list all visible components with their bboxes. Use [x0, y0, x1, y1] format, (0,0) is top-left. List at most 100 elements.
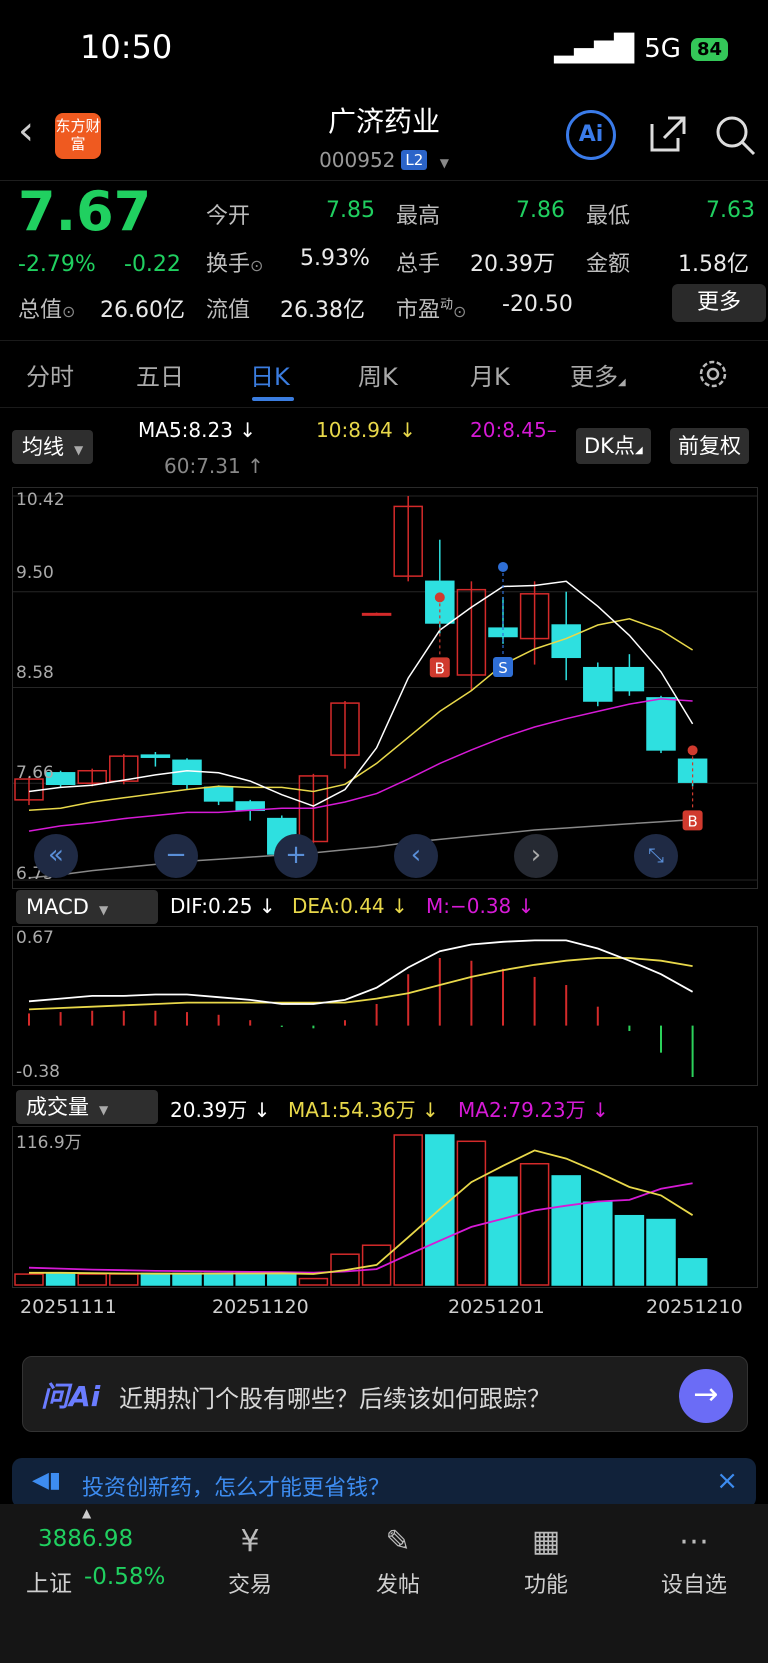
arrow-right-icon[interactable]: → — [679, 1369, 733, 1423]
code-label: 000952 — [319, 148, 396, 172]
signal-label: B — [435, 659, 445, 677]
volume-selector[interactable]: 成交量 ▼ — [16, 1090, 158, 1124]
mktcap-label: 总值⊙ — [18, 298, 76, 323]
ai-button[interactable]: Ai — [566, 110, 616, 160]
volume-bar — [583, 1201, 613, 1286]
nav-trade[interactable]: ¥ 交易 — [190, 1524, 310, 1599]
promo-banner[interactable]: ◀▮ 投资创新药，怎么才能更省钱？ × — [12, 1458, 756, 1508]
pe-value: -20.50 — [502, 292, 573, 317]
zoom-in-icon[interactable]: + — [274, 834, 318, 878]
info-icon[interactable]: ⊙ — [62, 302, 75, 321]
candlestick-chart[interactable]: B S B — [12, 487, 758, 889]
close-icon[interactable]: × — [716, 1466, 738, 1496]
chevron-down-icon: ▼ — [98, 903, 109, 917]
dea-label: DEA:0.44 ↓ — [292, 894, 408, 918]
date-tick: 20251210 — [646, 1296, 743, 1318]
chevron-down-icon: ▼ — [99, 1103, 109, 1117]
fullscreen-icon[interactable]: ⤡ — [634, 834, 678, 878]
megaphone-icon: ◀▮ — [32, 1468, 62, 1493]
candle-body — [140, 754, 171, 758]
signal-dot — [687, 745, 698, 756]
amount-value: 1.58亿 — [678, 252, 749, 277]
settings-icon[interactable] — [696, 357, 730, 391]
volume-bar — [14, 1273, 44, 1286]
candle-body — [361, 612, 392, 616]
turnover-label: 换手⊙ — [206, 252, 264, 277]
index-change[interactable]: -0.58% — [84, 1564, 165, 1590]
volume-bar — [614, 1214, 645, 1286]
ma-selector[interactable]: 均线 ▼ — [12, 430, 94, 464]
volume-bar — [677, 1258, 708, 1286]
status-indicators: ▂▄▆█ 5G 84 — [554, 34, 728, 64]
candle-body — [203, 786, 234, 802]
dea-line — [28, 957, 693, 1011]
volume-bar — [456, 1140, 487, 1286]
battery-icon: 84 — [690, 37, 728, 61]
macd-top-tick: 0.67 — [16, 928, 54, 948]
signal-label: S — [498, 659, 508, 677]
volume-bar — [45, 1272, 76, 1286]
grid-icon: ▦ — [531, 1524, 561, 1559]
tab-five-day[interactable]: 五日 — [136, 357, 184, 392]
chevron-down-icon: ▼ — [74, 443, 84, 457]
price-tick: 10.42 — [16, 490, 65, 510]
date-tick: 20251201 — [448, 1296, 545, 1318]
pe-label: 市盈动⊙ — [396, 297, 467, 323]
high-label: 最高 — [396, 204, 441, 229]
zoom-out-icon[interactable]: − — [154, 834, 198, 878]
status-time: 10:50 — [80, 28, 173, 66]
float-cap-label: 流值 — [206, 298, 251, 323]
volume-bar — [109, 1273, 139, 1286]
dif-label: DIF:0.25 ↓ — [170, 894, 276, 918]
signal-label: B — [687, 812, 697, 830]
change-percent: -2.79% — [18, 252, 96, 277]
nav-post[interactable]: ✎ 发帖 — [338, 1524, 458, 1599]
more-icon: ⋯ — [679, 1524, 709, 1559]
ma60-label: 60:7.31 ↑ — [164, 454, 264, 478]
tab-intraday[interactable]: 分时 — [26, 357, 74, 392]
tab-daily-k[interactable]: 日K — [250, 357, 290, 392]
adjust-button[interactable]: 前复权 — [670, 428, 749, 464]
share-icon[interactable] — [646, 112, 690, 156]
macd-selector[interactable]: MACD ▼ — [16, 890, 158, 924]
next-icon[interactable]: › — [514, 834, 558, 878]
index-value[interactable]: 3886.98 — [38, 1526, 133, 1552]
tab-monthly-k[interactable]: 月K — [470, 357, 510, 392]
date-tick: 20251120 — [212, 1296, 309, 1318]
dropdown-icon: ▼ — [439, 156, 449, 170]
ai-prompt-text: 近期热门个股有哪些？后续该如何跟踪？ — [119, 1385, 551, 1413]
vol-ma2-label: MA2:79.23万 ↓ — [458, 1098, 609, 1122]
volume-bar — [393, 1134, 423, 1286]
price-tick: 7.66 — [16, 763, 54, 783]
price-tick: 8.58 — [16, 663, 54, 683]
dk-point-button[interactable]: DK点◢ — [576, 428, 651, 464]
search-icon[interactable] — [712, 112, 758, 158]
volume-bar — [235, 1272, 265, 1286]
volume-chart[interactable] — [12, 1126, 758, 1288]
tab-more[interactable]: 更多◢ — [570, 357, 626, 392]
rewind-icon[interactable]: « — [34, 834, 78, 878]
info-icon[interactable]: ⊙ — [453, 302, 466, 321]
ai-icon: Ai — [578, 122, 604, 147]
volume-bar — [519, 1162, 550, 1286]
volume-bar — [267, 1272, 297, 1286]
float-cap-value: 26.38亿 — [280, 298, 365, 323]
ma20-line — [28, 698, 693, 832]
price-tick: 9.50 — [16, 563, 54, 583]
ai-logo: 问Ai — [41, 1380, 101, 1413]
more-button[interactable]: 更多 — [672, 284, 766, 322]
volume-bar — [298, 1277, 329, 1286]
vol-label: 20.39万 ↓ — [170, 1098, 271, 1122]
tab-weekly-k[interactable]: 周K — [358, 357, 398, 392]
prev-icon[interactable]: ‹ — [394, 834, 438, 878]
open-label: 今开 — [206, 204, 251, 229]
index-name[interactable]: 上证 — [26, 1564, 72, 1598]
date-tick: 20251111 — [20, 1296, 117, 1318]
nav-watchlist[interactable]: ⋯ 设自选 — [634, 1524, 754, 1599]
nav-functions[interactable]: ▦ 功能 — [486, 1524, 606, 1599]
ma5-label: MA5:8.23 ↓ — [138, 418, 257, 442]
info-icon[interactable]: ⊙ — [250, 256, 263, 275]
period-tabs: 分时 五日 日K 周K 月K 更多◢ — [0, 340, 768, 408]
ai-question-bar[interactable]: 问Ai 近期热门个股有哪些？后续该如何跟踪？ → — [22, 1356, 748, 1432]
macd-chart[interactable] — [12, 926, 758, 1086]
